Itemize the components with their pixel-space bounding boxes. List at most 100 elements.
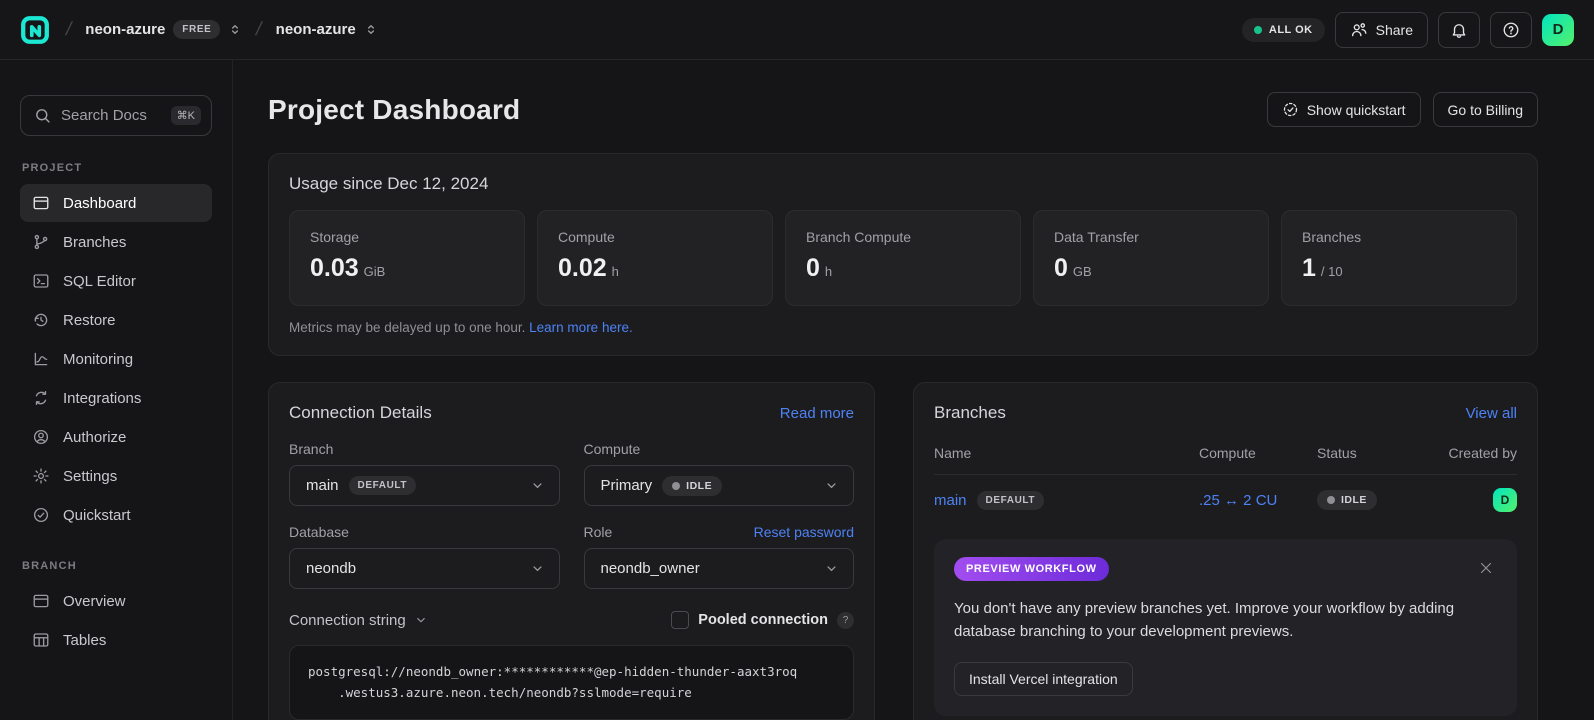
created-by-avatar[interactable]: D: [1493, 488, 1517, 512]
chevron-down-icon: [530, 561, 545, 576]
stat-label: Compute: [558, 229, 752, 245]
sidebar-item-sql-editor[interactable]: SQL Editor: [20, 262, 212, 300]
search-placeholder: Search Docs: [61, 107, 161, 124]
sidebar-item-label: Dashboard: [63, 195, 136, 212]
sidebar-item-label: Overview: [63, 593, 126, 610]
learn-more-link[interactable]: Learn more here.: [529, 320, 633, 335]
sidebar-item-integrations[interactable]: Integrations: [20, 379, 212, 417]
show-quickstart-button[interactable]: Show quickstart: [1267, 92, 1421, 127]
sidebar-item-authorize[interactable]: Authorize: [20, 418, 212, 456]
page-title: Project Dashboard: [268, 94, 520, 126]
pooled-connection-label: Pooled connection: [698, 612, 828, 628]
topbar: / neon-azure FREE / neon-azure ALL OK: [0, 0, 1594, 60]
stat-value: 1: [1302, 254, 1316, 282]
breadcrumb-divider: /: [64, 19, 74, 41]
pooled-help-icon[interactable]: ?: [837, 612, 854, 629]
reset-password-link[interactable]: Reset password: [754, 524, 854, 540]
preview-workflow-card: PREVIEW WORKFLOW You don't have any prev…: [934, 539, 1517, 716]
install-vercel-button[interactable]: Install Vercel integration: [954, 662, 1133, 696]
sidebar-item-quickstart[interactable]: Quickstart: [20, 496, 212, 534]
question-icon: [1502, 21, 1520, 39]
sidebar: Search Docs ⌘K PROJECT Dashboard Branche…: [0, 60, 233, 720]
branch-compute-value: .25 ↔ 2 CU: [1199, 492, 1317, 509]
user-circle-icon: [32, 428, 50, 446]
connection-title: Connection Details: [289, 403, 432, 423]
breadcrumb-project[interactable]: neon-azure: [276, 21, 378, 38]
connection-string-line2: .westus3.azure.neon.tech/neondb?sslmode=…: [308, 683, 835, 704]
go-to-billing-button[interactable]: Go to Billing: [1433, 92, 1538, 127]
role-field: Role Reset password neondb_owner: [584, 524, 855, 589]
sync-arrows-icon: [32, 389, 50, 407]
chart-line-icon: [32, 350, 50, 368]
status-ok-dot-icon: [1254, 26, 1262, 34]
search-icon: [34, 107, 51, 124]
preview-workflow-text: You don't have any preview branches yet.…: [954, 597, 1497, 644]
stat-unit: h: [612, 264, 619, 279]
view-all-link[interactable]: View all: [1466, 405, 1517, 422]
usage-title: Usage since Dec 12, 2024: [289, 174, 1517, 194]
stat-unit: / 10: [1321, 264, 1343, 279]
branch-field-label: Branch: [289, 441, 333, 457]
compute-field-label: Compute: [584, 441, 641, 457]
terminal-icon: [32, 272, 50, 290]
idle-dot-icon: [672, 482, 680, 490]
sidebar-item-label: Integrations: [63, 390, 141, 407]
branches-table-header: Name Compute Status Created by: [934, 445, 1517, 475]
role-select[interactable]: neondb_owner: [584, 548, 855, 589]
sidebar-item-monitoring[interactable]: Monitoring: [20, 340, 212, 378]
sidebar-item-dashboard[interactable]: Dashboard: [20, 184, 212, 222]
topbar-actions: ALL OK Share: [1242, 12, 1574, 48]
role-select-value: neondb_owner: [601, 560, 700, 577]
stat-unit: h: [825, 264, 832, 279]
connection-string-selector[interactable]: Connection string: [289, 612, 428, 629]
sidebar-item-label: Settings: [63, 468, 117, 485]
col-name: Name: [934, 445, 1199, 461]
breadcrumb-org[interactable]: neon-azure FREE: [85, 20, 242, 39]
read-more-link[interactable]: Read more: [780, 405, 854, 422]
sidebar-item-branches[interactable]: Branches: [20, 223, 212, 261]
sidebar-item-restore[interactable]: Restore: [20, 301, 212, 339]
sidebar-item-label: Tables: [63, 632, 106, 649]
quickstart-check-icon: [1282, 101, 1299, 118]
branch-name-link[interactable]: main: [934, 492, 967, 509]
pooled-connection-checkbox[interactable]: [671, 611, 689, 629]
status-ok-label: ALL OK: [1269, 24, 1313, 36]
notifications-button[interactable]: [1438, 12, 1480, 48]
chevron-down-icon: [824, 478, 839, 493]
system-status-pill[interactable]: ALL OK: [1242, 18, 1325, 42]
sidebar-item-label: Authorize: [63, 429, 126, 446]
pooled-connection-toggle[interactable]: Pooled connection ?: [671, 611, 854, 629]
branches-panel: Branches View all Name Compute Status Cr…: [913, 382, 1538, 720]
connection-string-value[interactable]: postgresql://neondb_owner:************@e…: [289, 645, 854, 720]
search-shortcut-badge: ⌘K: [171, 106, 201, 125]
project-caret-icon: [364, 22, 378, 37]
search-docs-input[interactable]: Search Docs ⌘K: [20, 95, 212, 136]
stat-card-storage: Storage 0.03GiB: [289, 210, 525, 306]
neon-logo[interactable]: [18, 13, 52, 47]
database-select[interactable]: neondb: [289, 548, 560, 589]
sidebar-item-settings[interactable]: Settings: [20, 457, 212, 495]
sidebar-item-label: Branches: [63, 234, 126, 251]
stat-card-branches: Branches 1/ 10: [1281, 210, 1517, 306]
install-vercel-label: Install Vercel integration: [969, 671, 1118, 687]
col-created-by: Created by: [1421, 445, 1517, 461]
bell-icon: [1450, 21, 1468, 39]
default-badge: DEFAULT: [349, 476, 417, 495]
git-branch-icon: [32, 233, 50, 251]
app-root: / neon-azure FREE / neon-azure ALL OK: [0, 0, 1594, 720]
branch-select[interactable]: main DEFAULT: [289, 465, 560, 506]
stat-label: Branch Compute: [806, 229, 1000, 245]
compute-select[interactable]: Primary IDLE: [584, 465, 855, 506]
help-button[interactable]: [1490, 12, 1532, 48]
sidebar-item-tables[interactable]: Tables: [20, 621, 212, 659]
branch-status-chip: IDLE: [1317, 490, 1377, 510]
people-icon: [1350, 21, 1368, 39]
user-avatar[interactable]: D: [1542, 14, 1574, 46]
main-content: Project Dashboard Show quickstart Go to …: [233, 60, 1594, 720]
close-icon[interactable]: [1475, 557, 1497, 579]
stat-unit: GiB: [364, 264, 386, 279]
sidebar-item-overview[interactable]: Overview: [20, 582, 212, 620]
chevron-down-icon: [824, 561, 839, 576]
show-quickstart-label: Show quickstart: [1307, 102, 1406, 118]
share-button[interactable]: Share: [1335, 12, 1428, 48]
